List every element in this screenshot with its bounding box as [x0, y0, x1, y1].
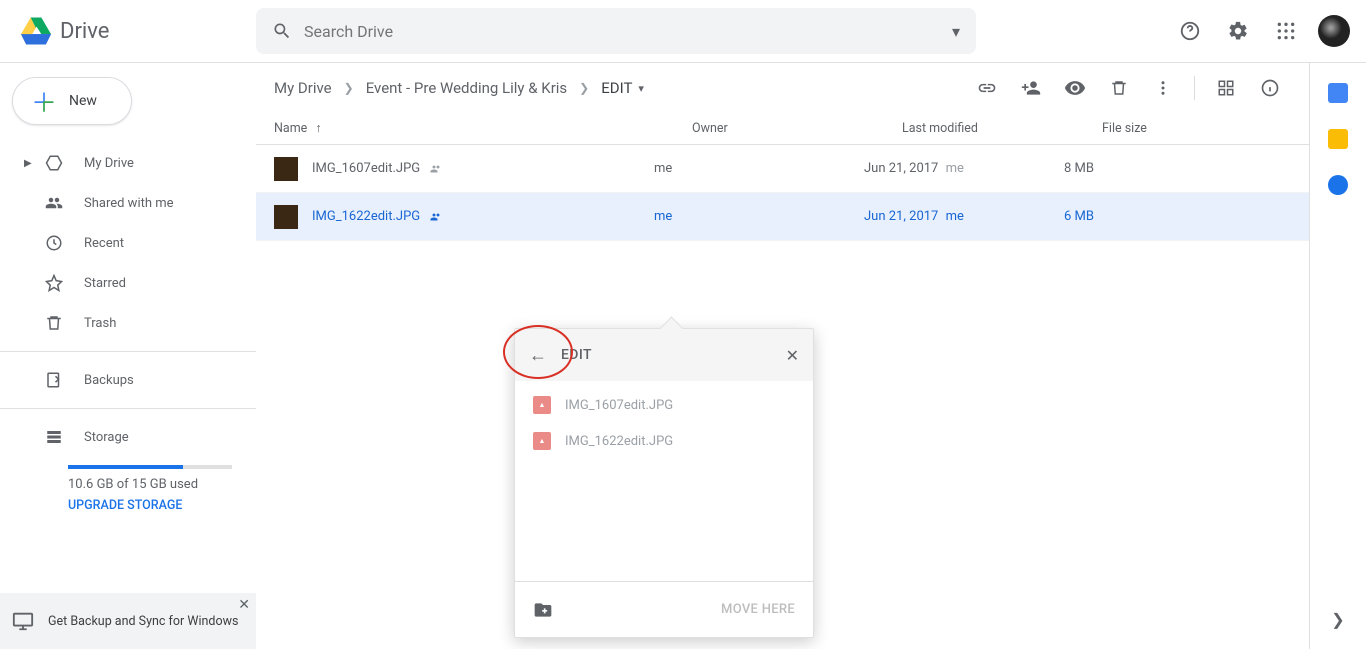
nav-label: Backups: [84, 373, 134, 388]
side-panel: ❯: [1310, 63, 1366, 649]
file-size: 6 MB: [1064, 209, 1291, 224]
file-modified: Jun 21, 2017 me: [864, 161, 1064, 176]
file-thumbnail: [274, 157, 298, 181]
nav-shared[interactable]: Shared with me: [0, 183, 256, 223]
recent-icon: [44, 234, 64, 252]
popup-file-name: IMG_1622edit.JPG: [565, 434, 673, 449]
shared-icon: [428, 163, 444, 175]
breadcrumb-seg[interactable]: Event - Pre Wedding Lily & Kris: [366, 79, 567, 97]
new-folder-icon[interactable]: [533, 600, 553, 620]
nav-recent[interactable]: Recent: [0, 223, 256, 263]
nav-label: Starred: [84, 276, 126, 291]
nav-my-drive[interactable]: ▶ My Drive: [0, 143, 256, 183]
popup-file-item[interactable]: IMG_1607edit.JPG: [515, 387, 813, 423]
close-icon[interactable]: ✕: [786, 346, 799, 365]
settings-gear-icon[interactable]: [1218, 11, 1258, 51]
delete-trash-icon[interactable]: [1098, 67, 1140, 109]
file-row[interactable]: IMG_1622edit.JPG meJun 21, 2017 me6 MB: [256, 193, 1309, 241]
file-name: IMG_1607edit.JPG: [312, 161, 420, 176]
search-icon: [272, 21, 292, 41]
preview-eye-icon[interactable]: [1054, 67, 1096, 109]
info-icon[interactable]: [1249, 67, 1291, 109]
shared-icon: [428, 211, 444, 223]
nav-label: Storage: [84, 430, 129, 445]
chevron-right-icon: ❯: [579, 81, 589, 95]
logo-text: Drive: [60, 19, 109, 44]
close-icon[interactable]: ✕: [238, 597, 250, 613]
move-to-popup: ← EDIT ✕ IMG_1607edit.JPG IMG_1622edit.JP…: [514, 328, 814, 638]
popup-file-name: IMG_1607edit.JPG: [565, 398, 673, 413]
share-person-icon[interactable]: [1010, 67, 1052, 109]
nav-label: Shared with me: [84, 196, 174, 211]
image-file-icon: [533, 432, 551, 450]
grid-view-icon[interactable]: [1205, 67, 1247, 109]
col-size[interactable]: File size: [1102, 121, 1291, 136]
dropdown-caret-icon: ▾: [638, 82, 644, 95]
logo[interactable]: Drive: [16, 11, 256, 51]
star-icon: [44, 274, 64, 292]
toolbar: My Drive ❯ Event - Pre Wedding Lily & Kr…: [256, 63, 1309, 113]
nav-backups[interactable]: Backups: [0, 360, 256, 400]
help-icon[interactable]: [1170, 11, 1210, 51]
col-modified[interactable]: Last modified: [902, 121, 1102, 136]
desktop-icon: [12, 610, 34, 632]
storage-icon: [44, 428, 64, 446]
nav-starred[interactable]: Starred: [0, 263, 256, 303]
chevron-right-icon[interactable]: ❯: [1331, 610, 1344, 629]
drive-logo-icon: [16, 11, 56, 51]
file-row[interactable]: IMG_1607edit.JPG meJun 21, 2017 me8 MB: [256, 145, 1309, 193]
promo-text: Get Backup and Sync for Windows: [48, 614, 238, 629]
account-avatar[interactable]: [1318, 15, 1350, 47]
nav-storage[interactable]: Storage: [0, 417, 256, 457]
nav-label: Trash: [84, 316, 116, 331]
breadcrumb: My Drive ❯ Event - Pre Wedding Lily & Kr…: [274, 79, 644, 97]
popup-title: EDIT: [561, 347, 592, 363]
column-headers: Name ↑ Owner Last modified File size: [256, 113, 1309, 145]
plus-icon: ＋: [31, 83, 57, 120]
file-modified: Jun 21, 2017 me: [864, 209, 1064, 224]
chevron-right-icon: ❯: [344, 81, 354, 95]
my-drive-icon: [44, 154, 64, 172]
nav-label: Recent: [84, 236, 124, 251]
popup-file-item[interactable]: IMG_1622edit.JPG: [515, 423, 813, 459]
upgrade-storage-link[interactable]: UPGRADE STORAGE: [68, 498, 232, 513]
breadcrumb-current[interactable]: EDIT ▾: [601, 79, 644, 97]
more-vert-icon[interactable]: [1142, 67, 1184, 109]
search-dropdown-icon[interactable]: ▾: [952, 22, 960, 41]
app-header: Drive ▾: [0, 0, 1366, 63]
calendar-app-icon[interactable]: [1328, 83, 1348, 103]
file-size: 8 MB: [1064, 161, 1291, 176]
shared-icon: [44, 194, 64, 212]
backups-icon: [44, 371, 64, 389]
new-button-label: New: [69, 93, 97, 109]
get-link-icon[interactable]: [966, 67, 1008, 109]
expand-caret-icon[interactable]: ▶: [24, 158, 32, 169]
file-owner: me: [654, 161, 864, 176]
col-name[interactable]: Name ↑: [274, 121, 692, 136]
col-owner[interactable]: Owner: [692, 121, 902, 136]
tasks-app-icon[interactable]: [1328, 175, 1348, 195]
nav-trash[interactable]: Trash: [0, 303, 256, 343]
back-arrow-icon[interactable]: ←: [529, 345, 547, 366]
main-content: My Drive ❯ Event - Pre Wedding Lily & Kr…: [256, 63, 1310, 649]
sidebar: ＋ New ▶ My Drive Shared with me Recent: [0, 63, 256, 649]
trash-icon: [44, 314, 64, 332]
nav-label: My Drive: [84, 156, 134, 171]
keep-app-icon[interactable]: [1328, 129, 1348, 149]
move-here-button[interactable]: MOVE HERE: [721, 602, 795, 617]
backup-sync-promo[interactable]: Get Backup and Sync for Windows ✕: [0, 593, 256, 649]
file-owner: me: [654, 209, 864, 224]
image-file-icon: [533, 396, 551, 414]
search-bar[interactable]: ▾: [256, 8, 976, 54]
file-name: IMG_1622edit.JPG: [312, 209, 420, 224]
storage-text: 10.6 GB of 15 GB used: [68, 477, 232, 492]
apps-grid-icon[interactable]: [1266, 11, 1306, 51]
file-thumbnail: [274, 205, 298, 229]
search-input[interactable]: [304, 22, 952, 41]
sort-arrow-up-icon: ↑: [315, 121, 321, 136]
new-button[interactable]: ＋ New: [12, 77, 132, 125]
breadcrumb-seg[interactable]: My Drive: [274, 79, 332, 97]
storage-progress: [68, 465, 232, 469]
